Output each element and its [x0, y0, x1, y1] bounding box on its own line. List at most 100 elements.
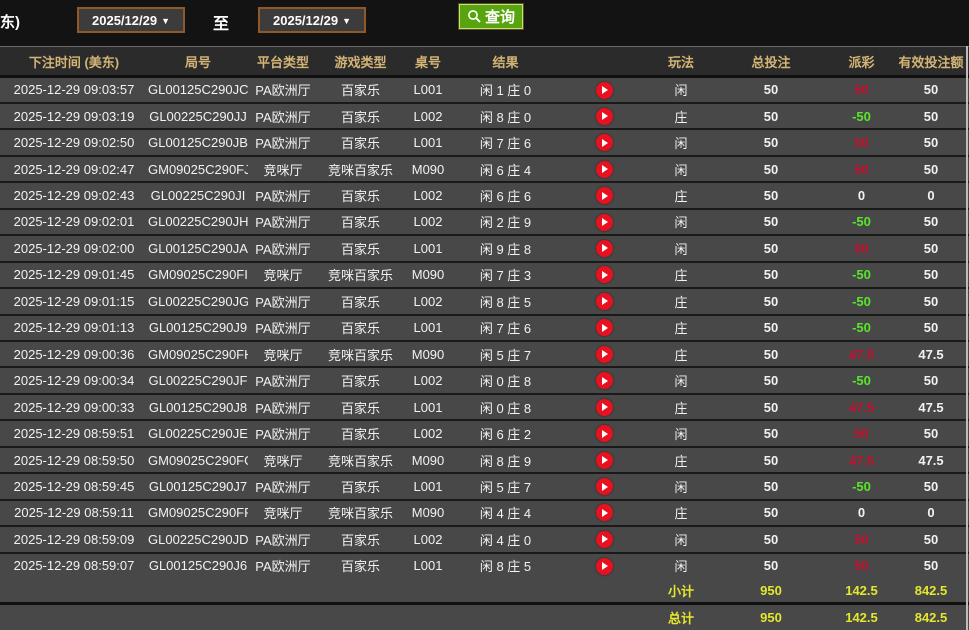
cell-valid-bet: 50 — [893, 101, 969, 129]
table-row: 2025-12-29 09:00:36 GM09025C290FH 竞咪厅 竞咪百家乐… — [0, 340, 969, 367]
cell-replay — [558, 551, 650, 579]
play-icon[interactable] — [595, 530, 613, 548]
date-to-dropdown[interactable]: 2025/12/29 ▼ — [258, 7, 366, 33]
play-icon[interactable] — [595, 134, 613, 152]
cell-payout: -50 — [830, 260, 893, 288]
cell-total-bet: 50 — [712, 260, 830, 288]
cell-bet-side: 庄 — [650, 260, 712, 288]
play-icon[interactable] — [595, 160, 613, 178]
play-icon[interactable] — [595, 451, 613, 469]
search-icon — [468, 10, 481, 23]
date-from-dropdown[interactable]: 2025/12/29 ▼ — [77, 7, 185, 33]
total-spacer — [0, 602, 650, 630]
cell-payout: -50 — [830, 287, 893, 314]
cell-table-id: L002 — [403, 101, 453, 129]
header-replay — [558, 46, 650, 78]
play-icon[interactable] — [595, 266, 613, 284]
play-icon[interactable] — [595, 478, 613, 496]
cell-game-type: 百家乐 — [318, 551, 403, 579]
cell-result: 闲 8 庄 5 — [453, 551, 558, 579]
query-button[interactable]: 查询 — [457, 3, 525, 30]
play-icon[interactable] — [595, 81, 613, 99]
cell-table-id: L001 — [403, 392, 453, 420]
cell-round-id: GL00225C290JG — [148, 287, 248, 314]
play-icon[interactable] — [595, 557, 613, 575]
cell-total-bet: 50 — [712, 207, 830, 235]
cell-game-type: 竞咪百家乐 — [318, 340, 403, 367]
play-icon[interactable] — [595, 319, 613, 337]
cell-game-type: 百家乐 — [318, 287, 403, 314]
cell-platform-type: 竞咪厅 — [248, 260, 318, 288]
cell-replay — [558, 78, 650, 102]
cell-total-bet: 50 — [712, 498, 830, 526]
play-triangle-icon — [602, 429, 608, 438]
play-icon[interactable] — [595, 345, 613, 363]
cell-table-id: M090 — [403, 260, 453, 288]
cell-valid-bet: 50 — [893, 287, 969, 314]
cell-bet-side: 庄 — [650, 498, 712, 526]
cell-game-type: 百家乐 — [318, 181, 403, 208]
header-platform-type: 平台类型 — [248, 46, 318, 78]
cell-bet-side: 闲 — [650, 525, 712, 552]
cell-bet-time: 2025-12-29 08:59:45 — [0, 472, 148, 499]
cell-valid-bet: 47.5 — [893, 445, 969, 473]
play-icon[interactable] — [595, 292, 613, 310]
cell-game-type: 百家乐 — [318, 207, 403, 235]
table-row: 2025-12-29 09:02:43 GL00225C290JI PA欧洲厅 百家乐… — [0, 181, 969, 208]
date-from-value: 2025/12/29 — [92, 12, 158, 28]
cell-game-type: 百家乐 — [318, 101, 403, 129]
cell-round-id: GL00225C290JD — [148, 525, 248, 552]
cell-valid-bet: 50 — [893, 419, 969, 446]
cell-round-id: GL00225C290JJ — [148, 101, 248, 129]
cell-payout: 0 — [830, 181, 893, 208]
cell-total-bet: 50 — [712, 181, 830, 208]
cell-replay — [558, 498, 650, 526]
query-button-label: 查询 — [485, 9, 516, 26]
cell-platform-type: PA欧洲厅 — [248, 78, 318, 102]
cell-replay — [558, 525, 650, 552]
cell-platform-type: PA欧洲厅 — [248, 181, 318, 208]
table-row: 2025-12-29 09:00:33 GL00125C290J8 PA欧洲厅 百家乐… — [0, 392, 969, 420]
play-icon[interactable] — [595, 425, 613, 443]
cell-result: 闲 5 庄 7 — [453, 340, 558, 367]
cell-platform-type: PA欧洲厅 — [248, 472, 318, 499]
cell-table-id: L002 — [403, 419, 453, 446]
cell-result: 闲 6 庄 4 — [453, 154, 558, 182]
play-icon[interactable] — [595, 372, 613, 390]
table-header-row: 下注时间 (美东) 局号 平台类型 游戏类型 桌号 结果 玩法 总投注 派彩 有… — [0, 46, 969, 78]
play-icon[interactable] — [595, 239, 613, 257]
cell-bet-time: 2025-12-29 09:00:33 — [0, 392, 148, 420]
play-icon[interactable] — [595, 213, 613, 231]
cell-payout: 50 — [830, 78, 893, 102]
play-icon[interactable] — [595, 187, 613, 205]
play-triangle-icon — [602, 456, 608, 465]
play-icon[interactable] — [595, 107, 613, 125]
cell-table-id: L002 — [403, 207, 453, 235]
play-icon[interactable] — [595, 504, 613, 522]
cell-bet-side: 闲 — [650, 234, 712, 261]
cell-round-id: GM09025C290FG — [148, 445, 248, 473]
cell-bet-side: 庄 — [650, 313, 712, 341]
cell-platform-type: PA欧洲厅 — [248, 207, 318, 235]
cell-bet-time: 2025-12-29 08:59:07 — [0, 551, 148, 579]
cell-total-bet: 50 — [712, 78, 830, 102]
cell-replay — [558, 445, 650, 473]
cell-platform-type: PA欧洲厅 — [248, 101, 318, 129]
cell-table-id: L002 — [403, 287, 453, 314]
cell-payout: 50 — [830, 128, 893, 155]
play-icon[interactable] — [595, 398, 613, 416]
cell-total-bet: 50 — [712, 472, 830, 499]
cell-total-bet: 50 — [712, 101, 830, 129]
cell-table-id: L002 — [403, 181, 453, 208]
cell-replay — [558, 181, 650, 208]
cell-valid-bet: 47.5 — [893, 340, 969, 367]
cell-table-id: M090 — [403, 154, 453, 182]
table-row: 2025-12-29 08:59:11 GM09025C290FF 竞咪厅 竞咪百家乐… — [0, 498, 969, 526]
play-triangle-icon — [602, 535, 608, 544]
date-range-to-label: 至 — [213, 16, 230, 33]
cell-replay — [558, 392, 650, 420]
header-round-id: 局号 — [148, 46, 248, 78]
table-row: 2025-12-29 09:02:00 GL00125C290JA PA欧洲厅 百家乐… — [0, 234, 969, 261]
cell-platform-type: 竞咪厅 — [248, 498, 318, 526]
cell-platform-type: PA欧洲厅 — [248, 392, 318, 420]
